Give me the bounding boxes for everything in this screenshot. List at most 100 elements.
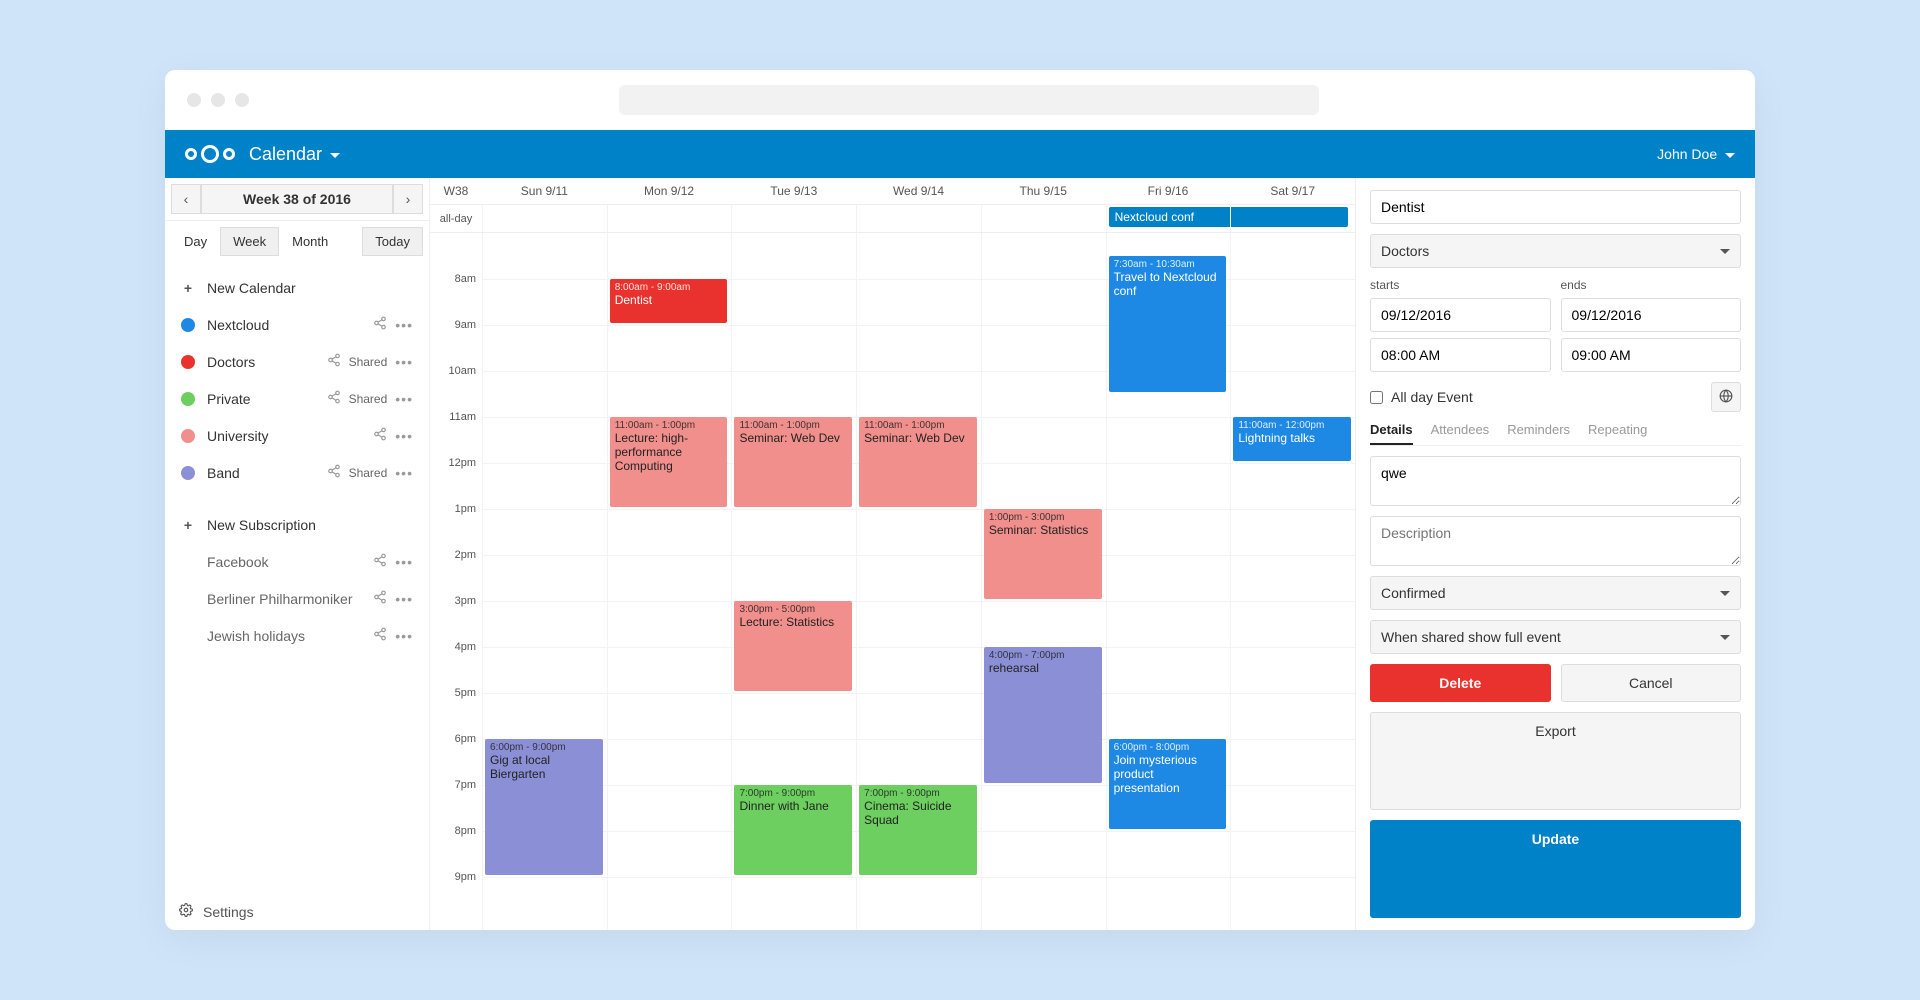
- calendar-event[interactable]: 1:00pm - 3:00pmSeminar: Statistics: [984, 509, 1102, 599]
- delete-button[interactable]: Delete: [1370, 664, 1551, 702]
- sidebar-subscription-item[interactable]: Facebook•••: [169, 543, 425, 580]
- calendar-event[interactable]: 11:00am - 1:00pmLecture: high-performanc…: [610, 417, 728, 507]
- more-icon[interactable]: •••: [395, 628, 413, 644]
- start-time-input[interactable]: [1370, 338, 1551, 372]
- sidebar-calendar-item[interactable]: BandShared•••: [169, 454, 425, 491]
- tab-attendees[interactable]: Attendees: [1431, 422, 1490, 445]
- calendar-event[interactable]: 6:00pm - 8:00pmJoin mysterious product p…: [1109, 739, 1227, 829]
- more-icon[interactable]: •••: [395, 428, 413, 444]
- share-scope-select[interactable]: When shared show full event: [1370, 620, 1741, 654]
- ends-label: ends: [1561, 278, 1742, 292]
- event-title: Lightning talks: [1238, 432, 1346, 446]
- user-menu[interactable]: John Doe: [1657, 146, 1735, 162]
- calendar-event[interactable]: 7:00pm - 9:00pmCinema: Suicide Squad: [859, 785, 977, 875]
- allday-cell[interactable]: [731, 205, 856, 232]
- calendar-event[interactable]: 8:00am - 9:00amDentist: [610, 279, 728, 323]
- event-title-input[interactable]: [1370, 190, 1741, 224]
- calendar-color-dot: [181, 318, 195, 332]
- allday-event-label: All day Event: [1391, 389, 1473, 405]
- start-date-input[interactable]: [1370, 298, 1551, 332]
- update-button[interactable]: Update: [1370, 820, 1741, 918]
- new-subscription-button[interactable]: + New Subscription: [169, 507, 425, 543]
- day-column[interactable]: 11:00am - 1:00pmSeminar: Web Dev 7:00pm -…: [856, 233, 981, 930]
- share-icon[interactable]: [327, 390, 341, 407]
- export-button[interactable]: Export: [1370, 712, 1741, 810]
- allday-cell[interactable]: Nextcloud conf: [1106, 205, 1231, 232]
- day-column[interactable]: 11:00am - 12:00pmLightning talks: [1230, 233, 1355, 930]
- time-label: 5pm: [455, 687, 476, 699]
- time-label: 9am: [455, 319, 476, 331]
- calendar-event[interactable]: 11:00am - 1:00pmSeminar: Web Dev: [734, 417, 852, 507]
- view-day-button[interactable]: Day: [171, 227, 220, 256]
- next-week-button[interactable]: ›: [393, 184, 423, 214]
- location-input[interactable]: [1370, 456, 1741, 506]
- shared-badge: Shared: [349, 392, 388, 406]
- share-icon[interactable]: [373, 316, 387, 333]
- share-icon[interactable]: [327, 353, 341, 370]
- day-column[interactable]: 7:30am - 10:30amTravel to Nextcloud conf…: [1106, 233, 1231, 930]
- share-icon[interactable]: [373, 427, 387, 444]
- calendar-event[interactable]: 11:00am - 12:00pmLightning talks: [1233, 417, 1351, 461]
- allday-checkbox[interactable]: [1370, 391, 1383, 404]
- sidebar-calendar-item[interactable]: University•••: [169, 417, 425, 454]
- day-column[interactable]: 8:00am - 9:00amDentist 11:00am - 1:00pmLe…: [607, 233, 732, 930]
- app-switcher[interactable]: Calendar: [249, 144, 340, 165]
- day-column[interactable]: 6:00pm - 9:00pmGig at local Biergarten: [482, 233, 607, 930]
- end-time-input[interactable]: [1561, 338, 1742, 372]
- sidebar-calendar-item[interactable]: PrivateShared•••: [169, 380, 425, 417]
- nextcloud-logo-icon[interactable]: [185, 145, 235, 163]
- share-icon[interactable]: [327, 464, 341, 481]
- allday-cell[interactable]: [482, 205, 607, 232]
- time-label: 12pm: [448, 457, 476, 469]
- calendar-select[interactable]: Doctors: [1370, 234, 1741, 268]
- plus-icon: +: [181, 280, 195, 296]
- subscription-label: Berliner Philharmoniker: [207, 591, 361, 607]
- more-icon[interactable]: •••: [395, 554, 413, 570]
- more-icon[interactable]: •••: [395, 317, 413, 333]
- sidebar-calendar-item[interactable]: DoctorsShared•••: [169, 343, 425, 380]
- allday-cell[interactable]: [856, 205, 981, 232]
- allday-cell[interactable]: [981, 205, 1106, 232]
- allday-cell[interactable]: [1230, 205, 1355, 232]
- sidebar-subscription-item[interactable]: Berliner Philharmoniker •••: [169, 580, 425, 617]
- tab-reminders[interactable]: Reminders: [1507, 422, 1570, 445]
- status-select[interactable]: Confirmed: [1370, 576, 1741, 610]
- day-header: Tue 9/13: [731, 178, 856, 204]
- description-input[interactable]: [1370, 516, 1741, 566]
- calendar-event[interactable]: 6:00pm - 9:00pmGig at local Biergarten: [485, 739, 603, 875]
- sidebar-subscription-item[interactable]: Jewish holidays•••: [169, 617, 425, 654]
- share-icon[interactable]: [373, 590, 387, 607]
- day-column[interactable]: 11:00am - 1:00pmSeminar: Web Dev 3:00pm -…: [731, 233, 856, 930]
- event-time: 3:00pm - 5:00pm: [739, 604, 847, 615]
- day-column[interactable]: 1:00pm - 3:00pmSeminar: Statistics 4:00pm…: [981, 233, 1106, 930]
- cancel-button[interactable]: Cancel: [1561, 664, 1742, 702]
- today-button[interactable]: Today: [362, 227, 423, 256]
- timezone-button[interactable]: [1711, 382, 1741, 412]
- tab-details[interactable]: Details: [1370, 422, 1413, 445]
- prev-week-button[interactable]: ‹: [171, 184, 201, 214]
- globe-icon: [1719, 389, 1733, 406]
- end-date-input[interactable]: [1561, 298, 1742, 332]
- shared-badge: Shared: [349, 466, 388, 480]
- event-time: 11:00am - 1:00pm: [864, 420, 972, 431]
- more-icon[interactable]: •••: [395, 391, 413, 407]
- share-icon[interactable]: [373, 627, 387, 644]
- calendar-event[interactable]: 4:00pm - 7:00pmrehearsal: [984, 647, 1102, 783]
- new-calendar-button[interactable]: + New Calendar: [169, 270, 425, 306]
- settings-button[interactable]: Settings: [165, 893, 429, 930]
- tab-repeating[interactable]: Repeating: [1588, 422, 1647, 445]
- view-week-button[interactable]: Week: [220, 227, 279, 256]
- time-label: 3pm: [455, 595, 476, 607]
- more-icon[interactable]: •••: [395, 591, 413, 607]
- view-month-button[interactable]: Month: [279, 227, 341, 256]
- calendar-event[interactable]: 7:00pm - 9:00pmDinner with Jane: [734, 785, 852, 875]
- calendar-event[interactable]: 11:00am - 1:00pmSeminar: Web Dev: [859, 417, 977, 507]
- url-bar[interactable]: [619, 85, 1319, 115]
- share-icon[interactable]: [373, 553, 387, 570]
- more-icon[interactable]: •••: [395, 354, 413, 370]
- calendar-event[interactable]: 7:30am - 10:30amTravel to Nextcloud conf: [1109, 256, 1227, 392]
- allday-cell[interactable]: [607, 205, 732, 232]
- sidebar-calendar-item[interactable]: Nextcloud•••: [169, 306, 425, 343]
- more-icon[interactable]: •••: [395, 465, 413, 481]
- calendar-event[interactable]: 3:00pm - 5:00pmLecture: Statistics: [734, 601, 852, 691]
